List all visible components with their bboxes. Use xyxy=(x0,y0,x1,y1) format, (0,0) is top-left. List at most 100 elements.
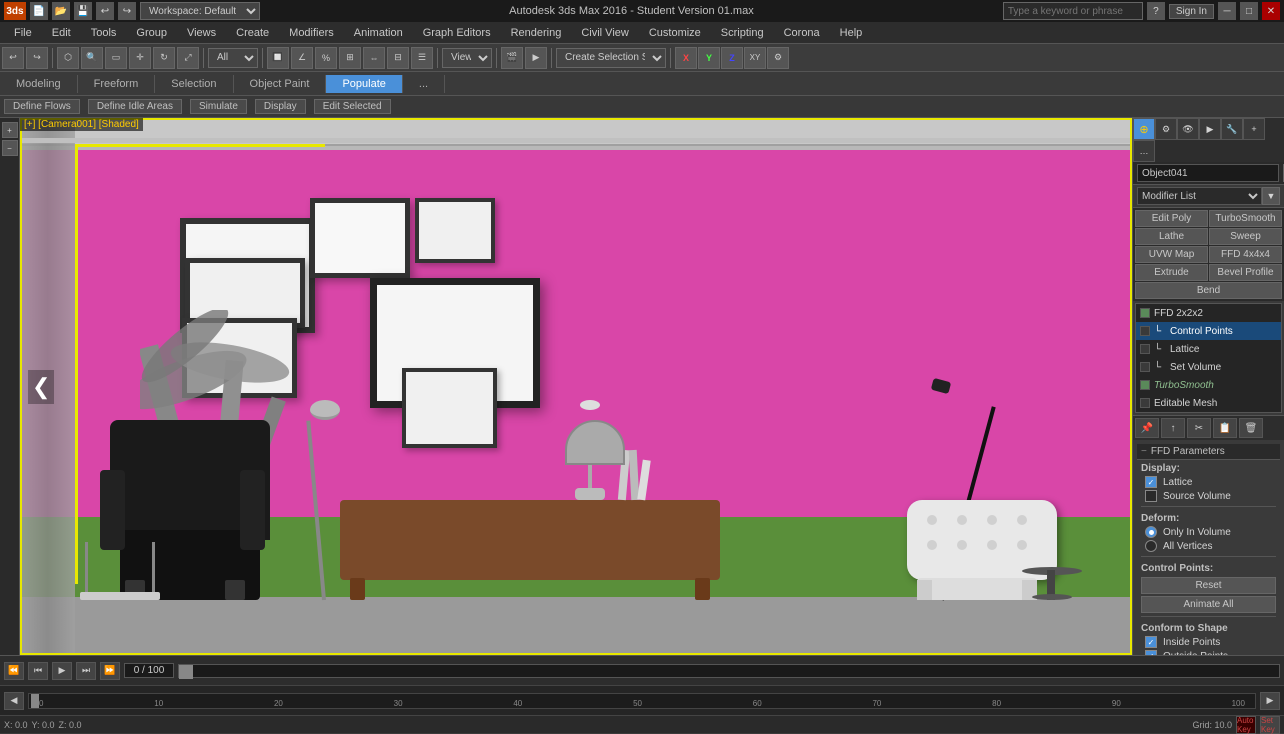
tab-display[interactable]: 👁 xyxy=(1177,118,1199,140)
object-name-input[interactable] xyxy=(1137,164,1279,182)
modifier-list-select[interactable]: Modifier List xyxy=(1137,187,1262,205)
eye-ts[interactable] xyxy=(1140,380,1150,390)
mod-btn-uvw-map[interactable]: UVW Map xyxy=(1135,246,1208,263)
select-tool[interactable]: ⬡ xyxy=(57,47,79,69)
animate-all-button[interactable]: Animate All xyxy=(1141,596,1276,613)
undo-icon[interactable]: ↩ xyxy=(96,2,114,20)
selection-set[interactable]: Create Selection Set xyxy=(556,48,666,68)
angle-snap[interactable]: ∠ xyxy=(291,47,313,69)
save-icon[interactable]: 💾 xyxy=(74,2,92,20)
mod-btn-extrude[interactable]: Extrude xyxy=(1135,264,1208,281)
axis-x[interactable]: X xyxy=(675,47,697,69)
render-btn[interactable]: ▶ xyxy=(525,47,547,69)
mod-btn-ffd-4x4x4[interactable]: FFD 4x4x4 xyxy=(1209,246,1282,263)
timeline-thumb[interactable] xyxy=(179,665,193,679)
stack-pin-btn[interactable]: 📌 xyxy=(1135,418,1159,438)
mod-btn-edit-poly[interactable]: Edit Poly xyxy=(1135,210,1208,227)
define-flows-btn[interactable]: Define Flows xyxy=(4,99,80,114)
stack-delete-btn[interactable]: 🗑 xyxy=(1239,418,1263,438)
eye-ffd[interactable] xyxy=(1140,308,1150,318)
all-vertices-radio[interactable] xyxy=(1145,540,1157,552)
timeline-play-btn[interactable]: ▶ xyxy=(52,662,72,680)
stack-item-lattice[interactable]: └ Lattice xyxy=(1136,340,1281,358)
menu-edit[interactable]: Edit xyxy=(42,25,81,41)
redo-tool[interactable]: ↪ xyxy=(26,47,48,69)
stack-item-editable-mesh[interactable]: Editable Mesh xyxy=(1136,394,1281,412)
axis-z[interactable]: Z xyxy=(721,47,743,69)
mod-btn-sweep[interactable]: Sweep xyxy=(1209,228,1282,245)
ffd-collapse-btn[interactable]: − xyxy=(1141,446,1147,457)
app-logo[interactable]: 3ds xyxy=(4,2,26,20)
eye-em[interactable] xyxy=(1140,398,1150,408)
eye-sv[interactable] xyxy=(1140,362,1150,372)
stack-item-control-points[interactable]: └ Control Points xyxy=(1136,322,1281,340)
mod-btn-lathe[interactable]: Lathe xyxy=(1135,228,1208,245)
eye-lattice[interactable] xyxy=(1140,344,1150,354)
spinner-snap[interactable]: ⊞ xyxy=(339,47,361,69)
eye-cp[interactable] xyxy=(1140,326,1150,336)
tab-create[interactable]: + xyxy=(1243,118,1265,140)
axis-xy[interactable]: XY xyxy=(744,47,766,69)
menu-graph-editors[interactable]: Graph Editors xyxy=(413,25,501,41)
edge-minus[interactable]: − xyxy=(2,140,18,156)
timeline-prev-btn[interactable]: ⏮ xyxy=(28,662,48,680)
tab-extras[interactable]: … xyxy=(1133,140,1155,162)
layer-mgr[interactable]: ☰ xyxy=(411,47,433,69)
stack-item-turbosmooth[interactable]: TurboSmooth xyxy=(1136,376,1281,394)
stack-item-set-volume[interactable]: └ Set Volume xyxy=(1136,358,1281,376)
scrubber-track[interactable]: 0 10 20 30 40 50 60 70 80 90 100 xyxy=(28,693,1256,709)
stack-item-ffd-2x2x2[interactable]: FFD 2x2x2 xyxy=(1136,304,1281,322)
lattice-checkbox[interactable]: ✓ xyxy=(1145,476,1157,488)
viewport[interactable]: [+] [Camera001] [Shaded] xyxy=(20,118,1132,655)
keyword-search[interactable] xyxy=(1003,2,1143,20)
modifier-list-arrow[interactable]: ▼ xyxy=(1262,187,1280,205)
reset-button[interactable]: Reset xyxy=(1141,577,1276,594)
tab-modify[interactable]: ⚙ xyxy=(1155,118,1177,140)
tab-freeform[interactable]: Freeform xyxy=(78,75,156,93)
tab-populate[interactable]: Populate xyxy=(326,75,402,93)
axis-options[interactable]: ⚙ xyxy=(767,47,789,69)
menu-help[interactable]: Help xyxy=(830,25,873,41)
tab-object-paint[interactable]: Object Paint xyxy=(234,75,327,93)
mirror-tool[interactable]: ⇔ xyxy=(363,47,385,69)
viewport-nav-prev[interactable]: ❮ xyxy=(28,370,54,404)
timeline-end-btn[interactable]: ⏩ xyxy=(100,662,120,680)
simulate-btn[interactable]: Simulate xyxy=(190,99,247,114)
mod-btn-bend[interactable]: Bend xyxy=(1135,282,1282,299)
mod-btn-turbosmooth[interactable]: TurboSmooth xyxy=(1209,210,1282,227)
menu-group[interactable]: Group xyxy=(126,25,177,41)
stack-move-up-btn[interactable]: ↑ xyxy=(1161,418,1185,438)
menu-customize[interactable]: Customize xyxy=(639,25,711,41)
stack-paste-btn[interactable]: 📋 xyxy=(1213,418,1237,438)
status-anim-mode[interactable]: Auto Key xyxy=(1236,716,1256,734)
menu-civil-view[interactable]: Civil View xyxy=(571,25,638,41)
inside-points-checkbox[interactable]: ✓ xyxy=(1145,636,1157,648)
edge-plus[interactable]: + xyxy=(2,122,18,138)
display-btn[interactable]: Display xyxy=(255,99,306,114)
view-select[interactable]: View xyxy=(442,48,492,68)
render-setup[interactable]: 🎬 xyxy=(501,47,523,69)
menu-scripting[interactable]: Scripting xyxy=(711,25,774,41)
status-set-key[interactable]: Set Key xyxy=(1260,716,1280,734)
menu-animation[interactable]: Animation xyxy=(344,25,413,41)
redo-icon[interactable]: ↪ xyxy=(118,2,136,20)
new-icon[interactable]: 📄 xyxy=(30,2,48,20)
axis-y[interactable]: Y xyxy=(698,47,720,69)
stack-cut-btn[interactable]: ✂ xyxy=(1187,418,1211,438)
rotate-tool[interactable]: ↻ xyxy=(153,47,175,69)
scrubber-right-btn[interactable]: ▶ xyxy=(1260,692,1280,710)
only-in-volume-radio[interactable] xyxy=(1145,526,1157,538)
snap-toggle[interactable]: 🔲 xyxy=(267,47,289,69)
scale-tool[interactable]: ⤢ xyxy=(177,47,199,69)
menu-corona[interactable]: Corona xyxy=(774,25,830,41)
menu-file[interactable]: File xyxy=(4,25,42,41)
help-icon[interactable]: ? xyxy=(1147,2,1165,20)
tab-modeling[interactable]: Modeling xyxy=(0,75,78,93)
percent-snap[interactable]: % xyxy=(315,47,337,69)
undo-tool[interactable]: ↩ xyxy=(2,47,24,69)
outside-points-checkbox[interactable]: ✓ xyxy=(1145,650,1157,655)
minimize-icon[interactable]: ─ xyxy=(1218,2,1236,20)
open-icon[interactable]: 📂 xyxy=(52,2,70,20)
select-region[interactable]: ▭ xyxy=(105,47,127,69)
select-by-name[interactable]: 🔍 xyxy=(81,47,103,69)
